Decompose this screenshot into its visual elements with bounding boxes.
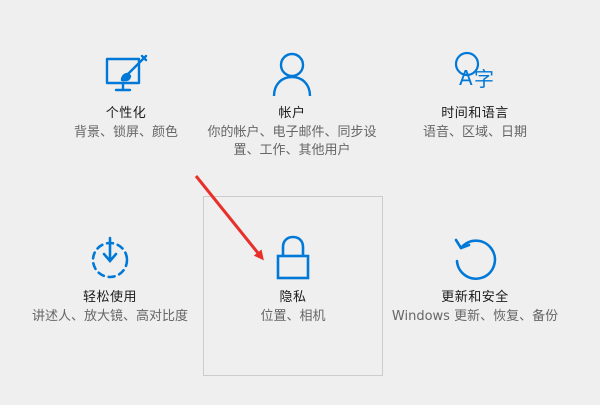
tile-title: 轻松使用: [82, 290, 137, 305]
svg-text:A: A: [459, 66, 473, 90]
tile-description: 语音、区域、日期: [422, 125, 527, 140]
tile-description: 背景、锁屏、颜色: [73, 125, 178, 140]
tile-title: 更新和安全: [441, 290, 509, 305]
tile-personalization[interactable]: 个性化 背景、锁屏、颜色: [36, 50, 216, 142]
tile-ease-of-access[interactable]: 轻松使用 讲述人、放大镜、高对比度: [20, 234, 200, 326]
tile-title: 时间和语言: [441, 106, 509, 121]
lock-icon: [276, 235, 310, 280]
paint-display-icon: [105, 54, 148, 92]
tile-accounts[interactable]: 帐户 你的帐户、电子邮件、同步设置、工作、其他用户: [202, 50, 382, 160]
tile-description: Windows 更新、恢复、备份: [391, 309, 559, 324]
tile-privacy[interactable]: 隐私 位置、相机: [203, 234, 383, 326]
tile-title: 隐私: [279, 290, 307, 305]
tile-description: 讲述人、放大镜、高对比度: [31, 309, 188, 324]
tile-description: 位置、相机: [260, 309, 326, 324]
person-icon: [272, 52, 312, 97]
language-icon: A 字: [454, 51, 494, 91]
svg-text:字: 字: [474, 67, 494, 91]
refresh-icon: [454, 238, 497, 281]
tile-time-language[interactable]: A 字 时间和语言 语音、区域、日期: [385, 50, 565, 142]
tile-description: 你的帐户、电子邮件、同步设置、工作、其他用户: [207, 125, 377, 158]
tile-title: 个性化: [105, 106, 147, 121]
tile-update-security[interactable]: 更新和安全 Windows 更新、恢复、备份: [385, 234, 565, 326]
tile-title: 帐户: [278, 106, 306, 121]
timer-icon: [91, 236, 129, 279]
